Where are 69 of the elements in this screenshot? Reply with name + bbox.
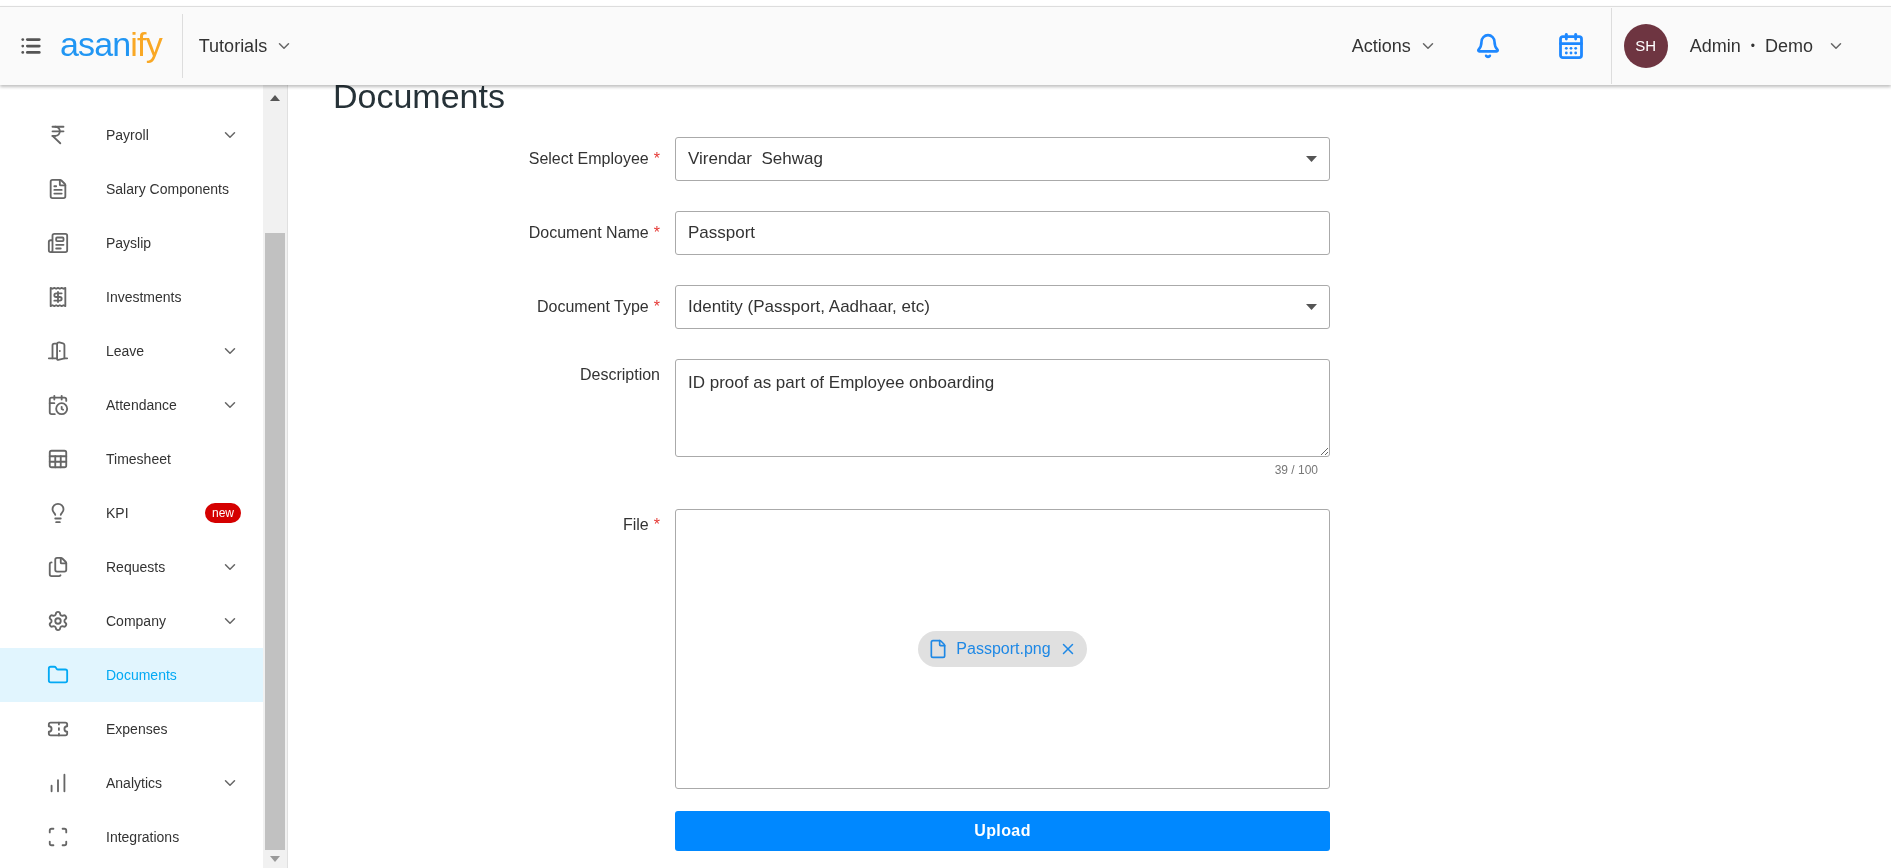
file-name: Passport.png xyxy=(956,639,1051,659)
dropdown-caret-icon xyxy=(1306,304,1317,310)
menu-icon[interactable] xyxy=(20,35,42,57)
sidebar-item[interactable]: Analytics xyxy=(0,756,263,810)
receipt-icon xyxy=(47,286,69,308)
field-label: Document Type xyxy=(537,297,649,317)
document-icon xyxy=(47,178,69,200)
dropdown-caret-icon xyxy=(1306,156,1317,162)
logo: asanify xyxy=(60,27,162,65)
field-label: Description xyxy=(579,365,660,385)
sidebar-label: Payroll xyxy=(106,125,149,145)
sidebar-label: Timesheet xyxy=(106,449,171,469)
calendar-icon[interactable] xyxy=(1556,32,1585,60)
sidebar-label: Leave xyxy=(106,341,145,361)
newspaper-icon xyxy=(47,232,69,254)
description-field[interactable]: ID proof as part of Employee onboarding xyxy=(675,359,1330,457)
tutorials-menu[interactable]: Tutorials xyxy=(198,32,294,60)
scan-icon xyxy=(47,826,69,848)
input-field[interactable]: Passport xyxy=(675,211,1330,255)
scroll-up-icon[interactable] xyxy=(270,95,280,101)
sidebar-label: KPI xyxy=(106,503,129,523)
page-title: Documents xyxy=(333,79,506,113)
field-label: File xyxy=(623,515,649,535)
actions-menu[interactable]: Actions xyxy=(1351,32,1437,60)
sidebar-item[interactable]: Timesheet xyxy=(0,432,263,486)
gear-icon xyxy=(47,610,69,632)
avatar[interactable]: SH xyxy=(1623,24,1668,68)
sidebar-label: Integrations xyxy=(106,827,180,847)
sidebar-item[interactable]: KPI new xyxy=(0,486,263,540)
account-menu[interactable]: Admin • Demo xyxy=(1689,32,1845,60)
sidebar-item[interactable]: Investments xyxy=(0,270,263,324)
select-field[interactable]: Identity (Passport, Aadhaar, etc) xyxy=(675,285,1330,329)
sidebar-label: Documents xyxy=(106,665,177,685)
required-mark: * xyxy=(653,297,660,317)
field-label: Document Name xyxy=(528,223,649,243)
character-counter: 39 / 100 xyxy=(1274,462,1318,479)
sidebar-item[interactable]: Payslip xyxy=(0,216,263,270)
field-label: Select Employee xyxy=(528,149,649,169)
calendar-clock-icon xyxy=(47,394,69,416)
new-badge: new xyxy=(205,503,241,523)
sidebar-label: Attendance xyxy=(106,395,177,415)
sidebar-item[interactable]: Payroll xyxy=(0,108,263,162)
door-icon xyxy=(47,340,69,362)
upload-button[interactable]: Upload xyxy=(675,811,1330,851)
required-mark: * xyxy=(653,515,660,535)
sidebar-label: Analytics xyxy=(106,773,163,793)
sidebar-label: Salary Components xyxy=(106,179,229,199)
files-icon xyxy=(47,556,69,578)
sidebar-item[interactable]: Expenses xyxy=(0,702,263,756)
sidebar-label: Requests xyxy=(106,557,166,577)
scrollbar[interactable] xyxy=(263,85,287,868)
sidebar-item[interactable]: Integrations xyxy=(0,810,263,864)
sidebar-item[interactable]: Requests xyxy=(0,540,263,594)
sidebar-item[interactable]: Company xyxy=(0,594,263,648)
folder-icon xyxy=(47,664,69,686)
table-icon xyxy=(47,448,69,470)
sidebar-label: Payslip xyxy=(106,233,152,253)
sidebar-label: Investments xyxy=(106,287,182,307)
sidebar-item[interactable]: Attendance xyxy=(0,378,263,432)
sidebar-label: Company xyxy=(106,611,166,631)
file-icon xyxy=(928,638,949,660)
sidebar-item[interactable]: Leave xyxy=(0,324,263,378)
sidebar-label: Expenses xyxy=(106,719,168,739)
select-field[interactable]: Virendar Sehwag xyxy=(675,137,1330,181)
sidebar-item[interactable]: Salary Components xyxy=(0,162,263,216)
notification-icon[interactable] xyxy=(1474,32,1501,60)
required-mark: * xyxy=(653,149,660,169)
required-mark: * xyxy=(653,223,660,243)
scrollbar-thumb[interactable] xyxy=(265,233,285,850)
